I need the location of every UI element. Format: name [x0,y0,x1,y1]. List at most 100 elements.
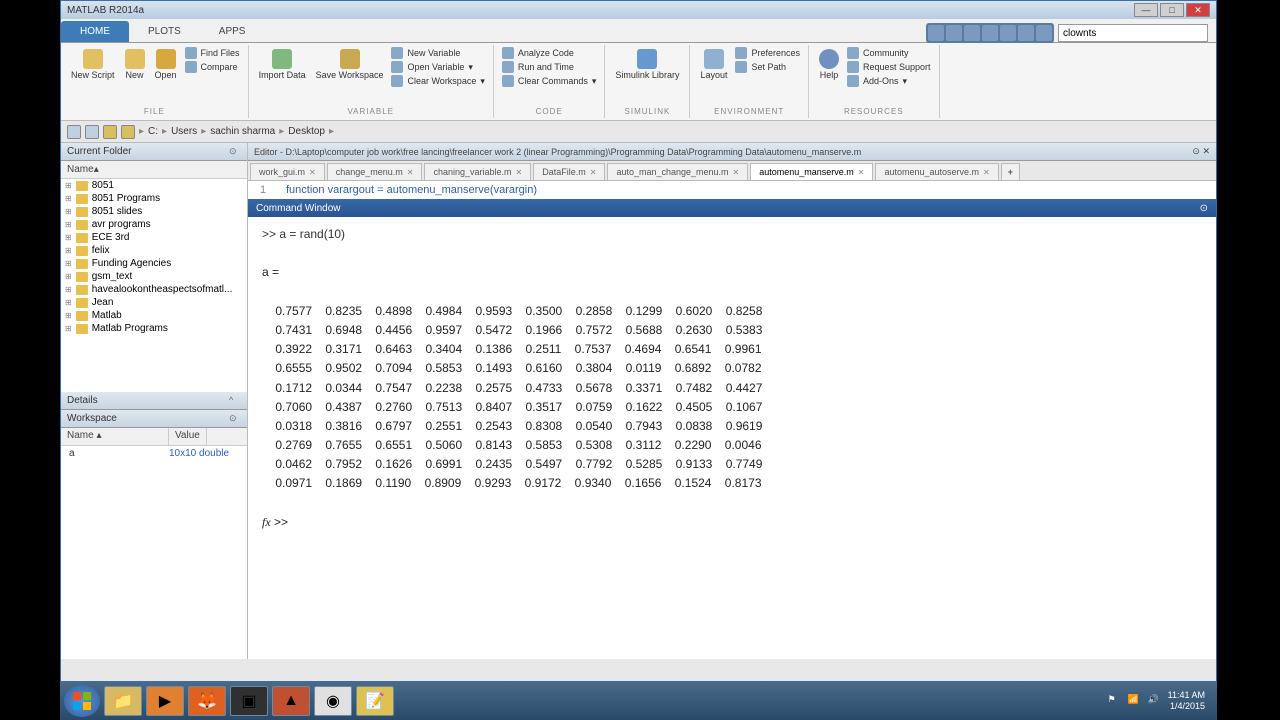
folder-row[interactable]: ⊞Jean [61,296,247,309]
folder-list[interactable]: Name ▴ ⊞8051⊞8051 Programs⊞8051 slides⊞a… [61,161,247,392]
tab-close-icon[interactable]: ✕ [516,168,523,177]
taskbar-firefox[interactable]: 🦊 [188,686,226,716]
simulink-library-button[interactable]: Simulink Library [613,47,681,83]
run-and-time-button[interactable]: Run and Time [502,61,597,73]
tab-apps[interactable]: APPS [200,21,265,42]
folder-icon [76,233,88,243]
cmdwin-menu-button[interactable]: ⊙ [1200,203,1208,214]
tab-close-icon[interactable]: ✕ [858,168,865,177]
folder-row[interactable]: ⊞gsm_text [61,270,247,283]
taskbar-chrome[interactable]: ◉ [314,686,352,716]
help-button[interactable]: Help [817,47,841,83]
request-support-button[interactable]: Request Support [847,61,931,73]
save-workspace-button[interactable]: Save Workspace [314,47,386,83]
taskbar-app1[interactable]: ▣ [230,686,268,716]
editor-line[interactable]: 1 function varargout = automenu_manserve… [248,181,1216,199]
search-docs-input[interactable] [1058,24,1208,42]
minimize-button[interactable]: — [1134,3,1158,17]
clock[interactable]: 11:41 AM 1/4/2015 [1168,690,1213,712]
import-data-button[interactable]: Import Data [257,47,308,83]
paste-icon[interactable] [982,25,998,41]
folder-row[interactable]: ⊞8051 Programs [61,192,247,205]
fx-icon[interactable]: fx [262,515,271,529]
help-icon[interactable] [1036,25,1052,41]
folder-icon [76,285,88,295]
editor-tab[interactable]: work_gui.m✕ [250,163,325,180]
crumb-user[interactable]: sachin sharma [210,126,275,137]
cut-icon[interactable] [946,25,962,41]
community-button[interactable]: Community [847,47,931,59]
folder-row[interactable]: ⊞Matlab Programs [61,322,247,335]
tab-close-icon[interactable]: ✕ [733,168,740,177]
preferences-button[interactable]: Preferences [735,47,800,59]
new-variable-button[interactable]: New Variable [391,47,484,59]
name-column-header[interactable]: Name ▴ [61,161,247,179]
open-variable-button[interactable]: Open Variable ▾ [391,61,484,73]
tab-close-icon[interactable]: ✕ [407,168,414,177]
tab-close-icon[interactable]: ✕ [983,168,990,177]
back-button[interactable] [67,125,81,139]
details-collapse-button[interactable]: ^ [229,395,241,407]
tray-flag-icon[interactable]: ⚑ [1108,694,1122,708]
new-script-button[interactable]: New Script [69,47,117,83]
ws-value-col[interactable]: Value [169,428,207,445]
folder-row[interactable]: ⊞ECE 3rd [61,231,247,244]
command-window-body[interactable]: >> a = rand(10) a = 0.7577 0.8235 0.4898… [248,217,1216,659]
new-button[interactable]: New [123,47,147,83]
close-button[interactable]: ✕ [1186,3,1210,17]
editor-tab[interactable]: change_menu.m✕ [327,163,423,180]
tab-close-icon[interactable]: ✕ [590,168,597,177]
system-tray[interactable]: ⚑ 📶 🔊 11:41 AM 1/4/2015 [1108,690,1213,712]
panel-menu-button[interactable]: ⊙ [229,146,241,158]
editor-tab[interactable]: auto_man_change_menu.m✕ [607,163,748,180]
analyze-code-button[interactable]: Analyze Code [502,47,597,59]
ws-name-col[interactable]: Name ▴ [61,428,169,445]
browse-button[interactable] [121,125,135,139]
editor-tab[interactable]: automenu_manserve.m✕ [750,163,873,180]
folder-row[interactable]: ⊞havealookontheaspectsofmatl... [61,283,247,296]
tab-plots[interactable]: PLOTS [129,21,200,42]
quick-access-icons[interactable] [926,23,1054,43]
undo-icon[interactable] [1000,25,1016,41]
crumb-desktop[interactable]: Desktop [288,126,325,137]
clear-workspace-button[interactable]: Clear Workspace ▾ [391,75,484,87]
tray-volume-icon[interactable]: 🔊 [1148,694,1162,708]
workspace-menu-button[interactable]: ⊙ [229,413,241,425]
up-button[interactable] [103,125,117,139]
folder-row[interactable]: ⊞Matlab [61,309,247,322]
editor-tab[interactable]: DataFile.m✕ [533,163,605,180]
find-files-button[interactable]: Find Files [185,47,240,59]
crumb-c[interactable]: C: [148,126,158,137]
open-button[interactable]: Open [153,47,179,83]
tray-network-icon[interactable]: 📶 [1128,694,1142,708]
tab-home[interactable]: HOME [61,21,129,42]
details-header[interactable]: Details ^ [61,392,247,410]
addons-button[interactable]: Add-Ons ▾ [847,75,931,87]
clear-commands-button[interactable]: Clear Commands ▾ [502,75,597,87]
start-button[interactable] [64,685,100,717]
taskbar-matlab[interactable]: ▲ [272,686,310,716]
folder-row[interactable]: ⊞avr programs [61,218,247,231]
folder-row[interactable]: ⊞Funding Agencies [61,257,247,270]
redo-icon[interactable] [1018,25,1034,41]
tab-close-icon[interactable]: ✕ [309,168,316,177]
taskbar-notes[interactable]: 📝 [356,686,394,716]
maximize-button[interactable]: □ [1160,3,1184,17]
taskbar-explorer[interactable]: 📁 [104,686,142,716]
editor-close-button[interactable]: ⊙ ✕ [1192,146,1210,157]
set-path-button[interactable]: Set Path [735,61,800,73]
folder-row[interactable]: ⊞8051 slides [61,205,247,218]
folder-row[interactable]: ⊞8051 [61,179,247,192]
compare-button[interactable]: Compare [185,61,240,73]
taskbar-media[interactable]: ▶ [146,686,184,716]
new-tab-button[interactable]: + [1001,163,1020,180]
editor-tab[interactable]: automenu_autoserve.m✕ [875,163,998,180]
editor-tab[interactable]: chaning_variable.m✕ [424,163,531,180]
folder-row[interactable]: ⊞felix [61,244,247,257]
workspace-row[interactable]: a 10x10 double [61,446,247,461]
copy-icon[interactable] [964,25,980,41]
forward-button[interactable] [85,125,99,139]
crumb-users[interactable]: Users [171,126,197,137]
save-icon[interactable] [928,25,944,41]
layout-button[interactable]: Layout [698,47,729,83]
